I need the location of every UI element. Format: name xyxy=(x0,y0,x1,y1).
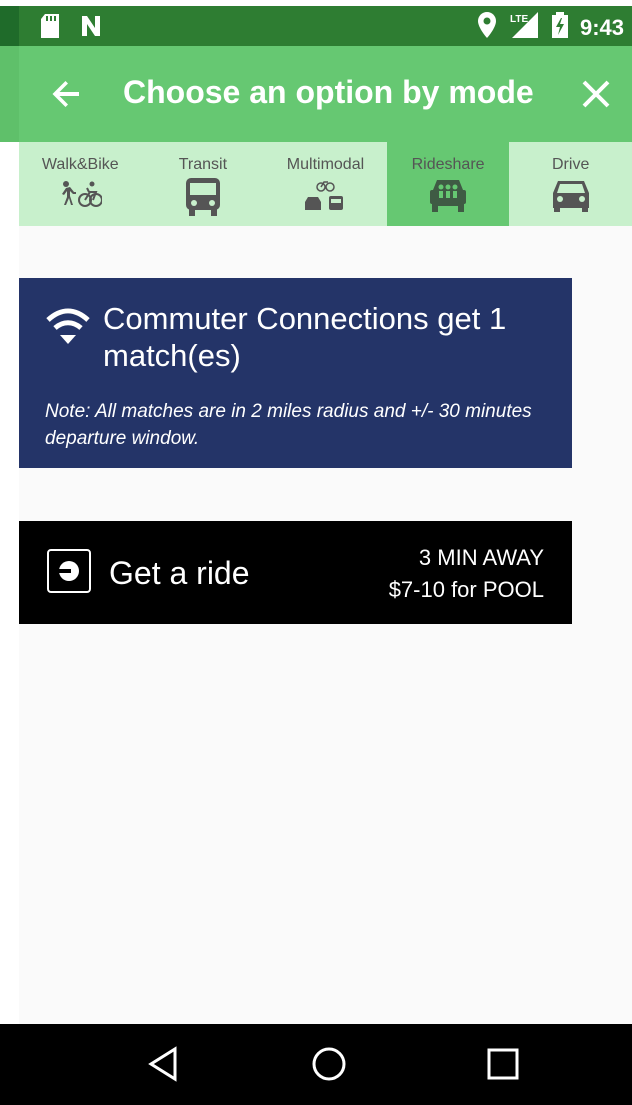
tab-rideshare[interactable]: Rideshare xyxy=(386,142,510,226)
notification-n-icon xyxy=(79,14,103,43)
tab-walk-bike[interactable]: Walk&Bike xyxy=(19,142,142,226)
tab-multimodal[interactable]: Multimodal xyxy=(264,142,387,226)
system-nav-bar xyxy=(19,1024,632,1105)
signal-icon: LTE xyxy=(508,12,540,43)
multimodal-icon xyxy=(303,178,347,219)
tab-drive[interactable]: Drive xyxy=(509,142,632,226)
tab-label: Multimodal xyxy=(286,156,365,173)
get-a-ride-label: Get a ride xyxy=(109,555,250,591)
left-edge-artifact xyxy=(0,0,19,1105)
arrow-back-icon xyxy=(52,81,79,107)
ride-eta: 3 MIN AWAY xyxy=(418,545,544,570)
app-bar: Choose an option by mode xyxy=(19,46,632,142)
close-icon xyxy=(582,80,610,108)
network-label: LTE xyxy=(510,14,528,25)
nav-home-button[interactable] xyxy=(309,1044,349,1084)
nav-back-button[interactable] xyxy=(145,1044,185,1084)
wifi-icon xyxy=(45,308,91,351)
edge-green xyxy=(0,46,19,142)
rideshare-icon xyxy=(427,178,469,217)
tab-transit[interactable]: Transit xyxy=(142,142,265,226)
edge-black xyxy=(0,1024,19,1105)
close-button[interactable] xyxy=(578,76,614,112)
uber-logo-icon xyxy=(47,549,91,593)
nav-recents-icon xyxy=(487,1048,519,1080)
phone-screen: LTE 9:43 Choose an option by mode Walk&B… xyxy=(19,6,632,1105)
walk-bike-icon xyxy=(58,178,104,213)
tab-label: Rideshare xyxy=(411,156,485,173)
commuter-connections-note: Note: All matches are in 2 miles radius … xyxy=(45,401,532,449)
nav-recents-button[interactable] xyxy=(483,1044,523,1084)
commuter-connections-title: Commuter Connections get 1 match(es) xyxy=(103,301,507,373)
edge-dark-green xyxy=(0,6,19,46)
car-icon xyxy=(550,178,592,217)
bus-icon xyxy=(185,178,220,221)
tab-label: Drive xyxy=(552,156,590,173)
page-title: Choose an option by mode xyxy=(123,74,534,110)
get-a-ride-card[interactable]: Get a ride 3 MIN AWAY $7-10 for POOL xyxy=(19,521,572,624)
commuter-connections-card[interactable]: Commuter Connections get 1 match(es) Not… xyxy=(19,278,572,468)
location-icon xyxy=(477,12,496,43)
sd-card-icon xyxy=(41,14,61,43)
ride-price: $7-10 for POOL xyxy=(388,577,544,602)
tab-label: Walk&Bike xyxy=(41,156,119,173)
nav-back-icon xyxy=(148,1046,177,1082)
back-button[interactable] xyxy=(49,76,85,112)
battery-charging-icon xyxy=(551,12,568,43)
nav-home-icon xyxy=(312,1047,346,1081)
mode-tabs: Walk&Bike Transit Multimodal Rideshare D… xyxy=(19,142,632,226)
status-time: 9:43 xyxy=(579,14,624,40)
tab-label: Transit xyxy=(178,156,228,173)
status-bar: LTE 9:43 xyxy=(19,6,632,46)
